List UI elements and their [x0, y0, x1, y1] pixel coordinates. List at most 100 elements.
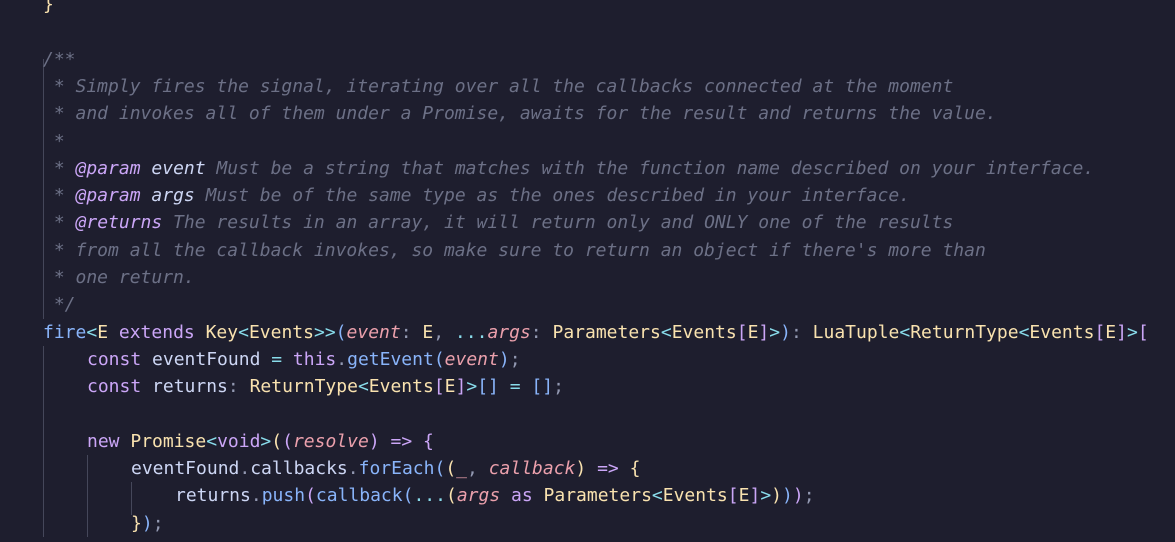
code-token: Events — [368, 376, 434, 398]
code-token: E — [1105, 321, 1117, 343]
code-token: returns — [152, 376, 228, 398]
code-token: ... — [454, 321, 488, 343]
code-token: ( — [434, 458, 446, 480]
code-token: ( — [402, 485, 414, 507]
code-token: ) — [368, 430, 380, 452]
code-token: >> — [313, 321, 336, 343]
code-line: * from all the callback invokes, so make… — [43, 237, 986, 264]
code-token: > — [760, 485, 772, 507]
code-token: , — [467, 458, 489, 480]
code-token: ( — [282, 430, 293, 452]
code-token: callbacks — [250, 458, 348, 480]
code-line: new Promise<void>((resolve) => { — [87, 428, 434, 455]
code-token: @returns — [75, 212, 163, 234]
code-token: eventFound — [131, 458, 240, 480]
code-token: [ — [1094, 321, 1106, 343]
code-token: { — [423, 430, 434, 452]
code-token: : — [530, 321, 553, 343]
code-token: [ — [1137, 321, 1149, 343]
code-token: @param — [75, 185, 141, 207]
code-token: E — [444, 376, 456, 398]
code-token: ; — [152, 512, 164, 534]
code-token: ) — [780, 321, 791, 343]
code-token: * Simply fires the signal, iterating ove… — [43, 75, 954, 97]
code-token: [ — [736, 321, 748, 343]
code-line: const returns: ReturnType<Events[E]>[] =… — [87, 373, 564, 400]
code-token: fire — [43, 321, 87, 343]
code-line: * one return. — [43, 264, 195, 291]
code-token: : — [227, 376, 250, 398]
code-line: returns.push(callback(...(args as Parame… — [175, 482, 815, 509]
code-line: /** — [43, 46, 76, 73]
code-token: Events — [662, 485, 728, 507]
code-token: < — [899, 321, 911, 343]
code-line: * @returns The results in an array, it w… — [43, 209, 954, 236]
code-editor[interactable]: } /** * Simply fires the signal, iteratin… — [0, 0, 1175, 542]
code-token: > — [466, 376, 478, 398]
code-token: > — [769, 321, 781, 343]
code-token: { — [629, 458, 641, 480]
code-token: [] — [531, 376, 554, 398]
code-token: ; — [509, 348, 521, 370]
code-token: ... — [413, 485, 446, 507]
code-token: ) — [771, 485, 782, 507]
code-token: Parameters — [552, 321, 661, 343]
code-line: * Simply fires the signal, iterating ove… — [43, 73, 953, 100]
code-token: void — [217, 430, 261, 452]
code-token: push — [261, 485, 306, 507]
code-token: event — [444, 348, 499, 370]
code-token: ) — [792, 485, 804, 507]
code-token: Must be of the same type as the ones des… — [194, 185, 910, 207]
code-token: ( — [433, 348, 445, 370]
code-token: . — [250, 485, 262, 507]
code-token: ( — [271, 430, 283, 452]
code-token: @param — [75, 157, 141, 179]
code-token: LuaTuple — [812, 321, 900, 343]
code-token: ] — [1116, 321, 1127, 343]
code-token: ; — [553, 376, 564, 398]
code-token: ( — [335, 321, 347, 343]
code-line: * — [43, 128, 65, 155]
code-token: /** — [43, 48, 76, 70]
code-line: }); — [131, 510, 164, 537]
code-token: eventFound — [152, 348, 261, 370]
indent-guide — [43, 345, 44, 537]
code-token: */ — [43, 294, 76, 316]
code-token: } — [131, 512, 142, 534]
code-token: The results in an array, it will return … — [162, 212, 954, 234]
code-token: * — [43, 157, 76, 179]
code-token: forEach — [358, 458, 435, 480]
code-token: * — [43, 185, 76, 207]
code-token: ( — [445, 485, 457, 507]
code-token: args — [456, 485, 501, 507]
code-token: Events — [248, 321, 314, 343]
code-token: < — [651, 485, 663, 507]
code-token: = — [260, 348, 293, 370]
code-token: : — [400, 321, 423, 343]
code-token: args — [487, 321, 531, 343]
code-token: ReturnType — [910, 321, 1019, 343]
code-token: Events — [1029, 321, 1095, 343]
code-token: < — [238, 321, 249, 343]
code-token: args — [151, 185, 195, 207]
code-token: ; — [803, 485, 815, 507]
code-token: const — [87, 376, 153, 398]
code-token: ) — [575, 458, 587, 480]
code-token: < — [357, 376, 369, 398]
code-token: < — [86, 321, 98, 343]
code-token: ] — [749, 485, 761, 507]
code-token: => — [379, 430, 424, 452]
code-line: } — [43, 0, 54, 18]
code-token: . — [347, 458, 359, 480]
code-token: extends — [108, 321, 206, 343]
code-token: _ — [456, 458, 467, 480]
code-token: ] — [758, 321, 770, 343]
code-token: * and invokes all of them under a Promis… — [43, 103, 997, 125]
code-token: > — [260, 430, 272, 452]
code-line: const eventFound = this.getEvent(event); — [87, 346, 521, 373]
code-token: callback — [488, 458, 576, 480]
code-token: this — [292, 348, 337, 370]
code-token: . — [336, 348, 348, 370]
code-line: eventFound.callbacks.forEach((_, callbac… — [131, 455, 640, 482]
